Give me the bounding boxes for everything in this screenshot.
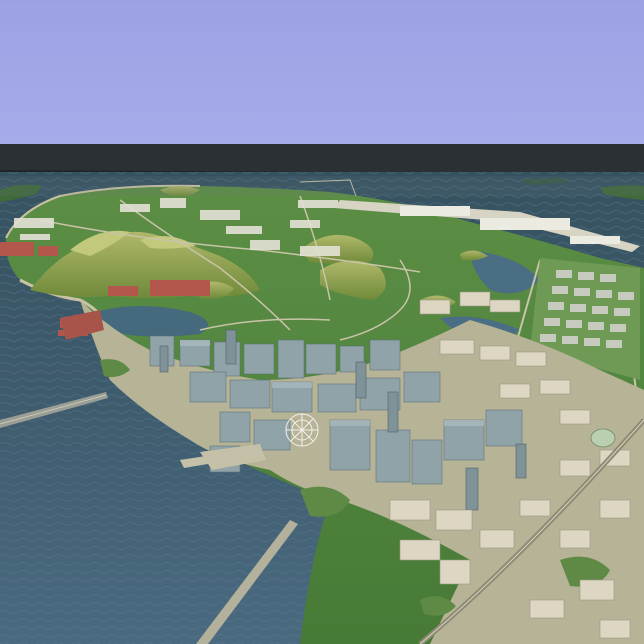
stadium-dome [590, 428, 616, 448]
ferris-wheel [285, 413, 319, 447]
sky [0, 0, 644, 146]
island-city-render [0, 0, 644, 644]
